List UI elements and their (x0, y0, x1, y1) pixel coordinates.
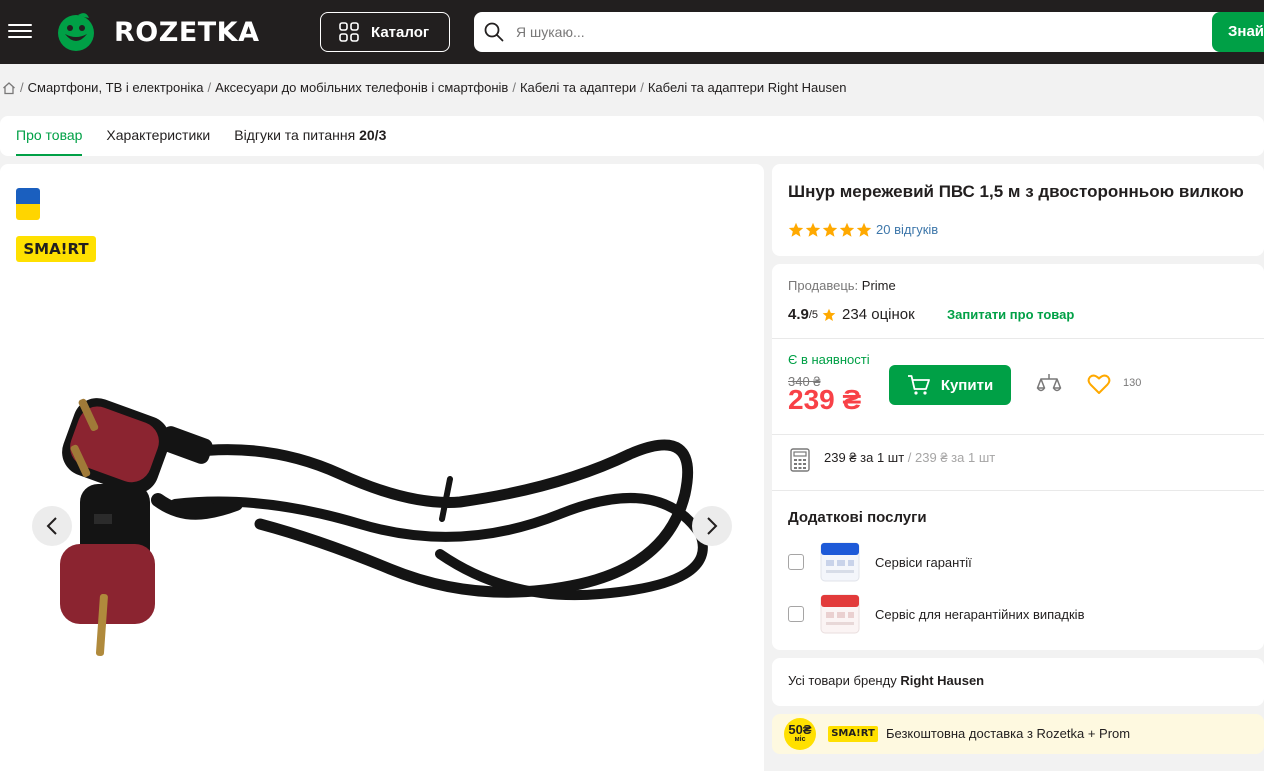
buy-label: Купити (940, 376, 994, 394)
breadcrumb-link[interactable]: Аксесуари до мобільних телефонів і смарт… (215, 80, 508, 95)
catalog-button[interactable]: Каталог (320, 12, 450, 52)
star-icon (822, 222, 838, 237)
service-label: Сервіс для негарантійних випадків (875, 606, 1085, 622)
search-button[interactable]: Знай (1212, 12, 1264, 52)
search-bar (474, 12, 1264, 52)
warranty-service-icon (820, 542, 860, 582)
breadcrumb-link[interactable]: Кабелі та адаптери Right Hausen (648, 80, 847, 95)
brand-prefix: Усі товари бренду (788, 673, 897, 688)
delivery-text: Безкоштовна доставка з Rozetka + Prom (886, 726, 1131, 741)
services-title: Додаткові послуги (788, 509, 927, 526)
prev-image-button[interactable] (32, 506, 72, 546)
header: ROZETKA Каталог Знай (0, 0, 1264, 64)
reviews-link[interactable]: 20 відгуків (876, 222, 938, 237)
service-option: Сервіс для негарантійних випадків (788, 594, 1084, 634)
coin-badge: 50₴ міс (784, 718, 816, 750)
brand-name: Right Hausen (900, 673, 985, 688)
heart-icon[interactable] (1087, 373, 1111, 395)
seller-rating-value: 4.9 (788, 306, 809, 323)
breadcrumb-link[interactable]: Смартфони, ТВ і електроніка (28, 80, 204, 95)
catalog-label: Каталог (371, 23, 430, 41)
tab-reviews-label: Відгуки та питання (234, 127, 356, 143)
divider (772, 490, 1264, 491)
divider (772, 434, 1264, 435)
brand-link[interactable]: Усі товари бренду Right Hausen (788, 673, 984, 688)
smart-badge: SMA!RT (828, 726, 878, 742)
compare-icon[interactable] (1036, 371, 1062, 397)
chevron-left-icon (46, 517, 57, 535)
product-gallery: SMA!RT (0, 164, 764, 771)
seller-info: Продавець: Prime (788, 278, 896, 293)
current-price: 239 ₴ (788, 384, 862, 415)
rozetka-smile-icon (58, 13, 94, 51)
breadcrumb-link[interactable]: Кабелі та адаптери (520, 80, 636, 95)
tab-reviews[interactable]: Відгуки та питання 20/3 (234, 116, 386, 156)
brand-card: Усі товари бренду Right Hausen (772, 658, 1264, 706)
logo-text: ROZETKA (114, 17, 260, 48)
seller-label: Продавець: (788, 278, 859, 293)
product-image[interactable] (40, 384, 730, 674)
unit-price: 239 ₴ за 1 шт / 239 ₴ за 1 шт (824, 450, 996, 465)
divider (772, 338, 1264, 339)
star-icon (788, 222, 804, 237)
stock-status: Є в наявності (788, 352, 870, 367)
unit-price-value: 239 ₴ за 1 шт (824, 450, 905, 465)
service-checkbox[interactable] (788, 606, 804, 622)
seller-card: Продавець: Prime 4.9 /5 234 оцінок Запит… (772, 264, 1264, 650)
non-warranty-service-icon (820, 594, 860, 634)
product-tabs: Про товар Характеристики Відгуки та пита… (0, 116, 1264, 156)
smart-badge: SMA!RT (16, 236, 96, 262)
star-icon (856, 222, 872, 237)
buy-button[interactable]: Купити (889, 365, 1011, 405)
home-icon[interactable] (2, 81, 16, 95)
service-checkbox[interactable] (788, 554, 804, 570)
seller-name[interactable]: Prime (862, 278, 896, 293)
seller-rating-max: /5 (808, 308, 819, 321)
tab-about[interactable]: Про товар (16, 116, 83, 156)
page-title: Шнур мережевий ПВС 1,5 м з двосторонньою… (788, 182, 1244, 201)
next-image-button[interactable] (692, 506, 732, 546)
favorites-count: 130 (1123, 377, 1142, 389)
lower-plug (60, 484, 155, 656)
breadcrumb: / Смартфони, ТВ і електроніка / Аксесуар… (2, 80, 846, 95)
calculator-icon (790, 448, 810, 472)
seller-ratings-count: 234 оцінок (842, 306, 915, 323)
delivery-card: 50₴ міс SMA!RT Безкоштовна доставка з Ro… (772, 714, 1264, 754)
coin-value: 50₴ (788, 722, 812, 737)
cart-icon (907, 375, 930, 395)
search-input[interactable] (516, 24, 1196, 40)
grid-icon (339, 22, 359, 42)
service-label: Сервіси гарантії (875, 554, 972, 570)
chevron-right-icon (707, 517, 718, 535)
rating-stars (788, 222, 872, 238)
star-icon (839, 222, 855, 237)
service-option: Сервіси гарантії (788, 542, 972, 582)
coin-unit: міс (794, 736, 806, 743)
star-icon (805, 222, 821, 237)
rozetka-logo[interactable]: ROZETKA (56, 12, 306, 52)
tab-reviews-count: 20/3 (359, 127, 387, 143)
tab-specs[interactable]: Характеристики (106, 116, 210, 156)
search-icon (484, 22, 504, 42)
unit-price-alt: 239 ₴ за 1 шт (915, 450, 996, 465)
star-icon (822, 308, 836, 321)
menu-icon[interactable] (8, 20, 32, 42)
seller-rating: 4.9 /5 234 оцінок (788, 306, 915, 323)
product-title-card: Шнур мережевий ПВС 1,5 м з двосторонньою… (772, 164, 1264, 256)
ukraine-flag-icon (16, 188, 40, 220)
ask-question-link[interactable]: Запитати про товар (947, 307, 1074, 322)
